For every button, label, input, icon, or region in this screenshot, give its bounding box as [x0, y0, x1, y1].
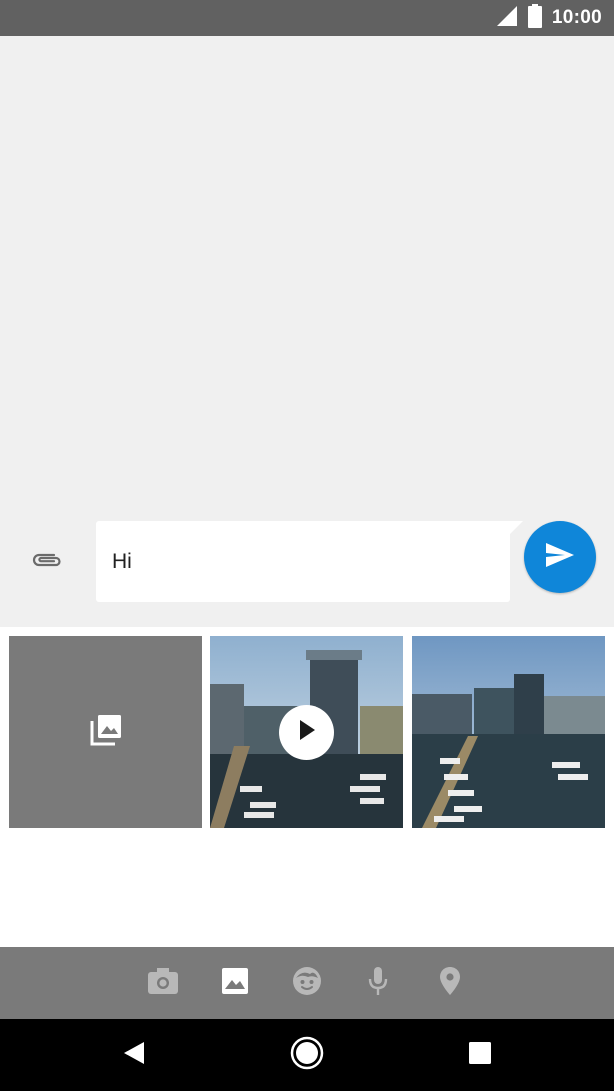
- back-button[interactable]: [116, 1037, 152, 1073]
- gallery-tile[interactable]: [9, 636, 202, 828]
- home-icon: [290, 1036, 324, 1075]
- compose-text: Hi: [112, 549, 132, 573]
- camera-icon: [147, 967, 179, 1000]
- sticker-icon: [292, 966, 322, 1001]
- recents-button[interactable]: [462, 1037, 498, 1073]
- media-picker: [0, 627, 614, 947]
- microphone-button[interactable]: [360, 965, 396, 1001]
- attach-button[interactable]: [24, 541, 70, 583]
- location-button[interactable]: [432, 965, 468, 1001]
- compose-field[interactable]: Hi: [96, 521, 510, 602]
- status-time: 10:00: [551, 7, 602, 28]
- navigation-bar: [0, 1019, 614, 1091]
- back-icon: [123, 1041, 145, 1070]
- status-icons: 10:00: [496, 0, 602, 36]
- home-button[interactable]: [289, 1036, 325, 1075]
- camera-button[interactable]: [145, 965, 181, 1001]
- video-thumbnail[interactable]: [210, 636, 403, 828]
- paperclip-icon: [30, 550, 64, 575]
- image-icon: [221, 967, 249, 1000]
- status-bar: 10:00: [0, 0, 614, 36]
- compose-field-tail: [509, 521, 523, 535]
- play-icon: [298, 719, 316, 746]
- send-button[interactable]: [524, 521, 596, 593]
- recents-icon: [468, 1041, 492, 1070]
- photo-library-icon: [90, 714, 122, 751]
- signal-icon: [496, 5, 518, 32]
- location-icon: [439, 966, 461, 1001]
- image-button[interactable]: [217, 965, 253, 1001]
- media-toolbar: [0, 947, 614, 1019]
- send-icon: [545, 542, 575, 573]
- battery-icon: [527, 3, 542, 33]
- sticker-button[interactable]: [289, 965, 325, 1001]
- play-button[interactable]: [279, 705, 334, 760]
- microphone-icon: [367, 966, 389, 1001]
- photo-thumbnail[interactable]: [412, 636, 605, 828]
- photo-thumbnail-image: [412, 636, 605, 828]
